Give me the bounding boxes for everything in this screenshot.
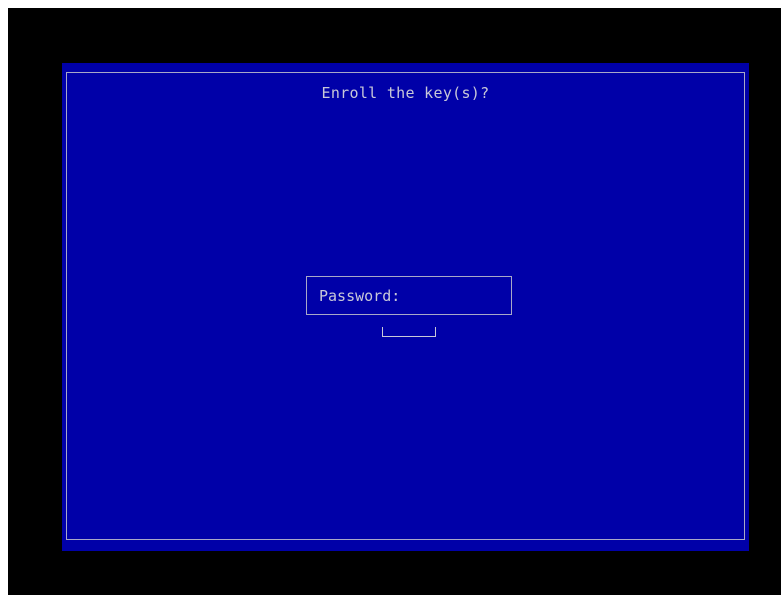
- screen: Enroll the key(s)? Password:: [8, 8, 781, 595]
- password-label: Password:: [319, 287, 401, 305]
- confirm-button[interactable]: [382, 327, 436, 337]
- password-field[interactable]: Password:: [306, 276, 512, 315]
- enroll-dialog: Enroll the key(s)? Password:: [62, 63, 749, 551]
- dialog-title: Enroll the key(s)?: [321, 84, 490, 102]
